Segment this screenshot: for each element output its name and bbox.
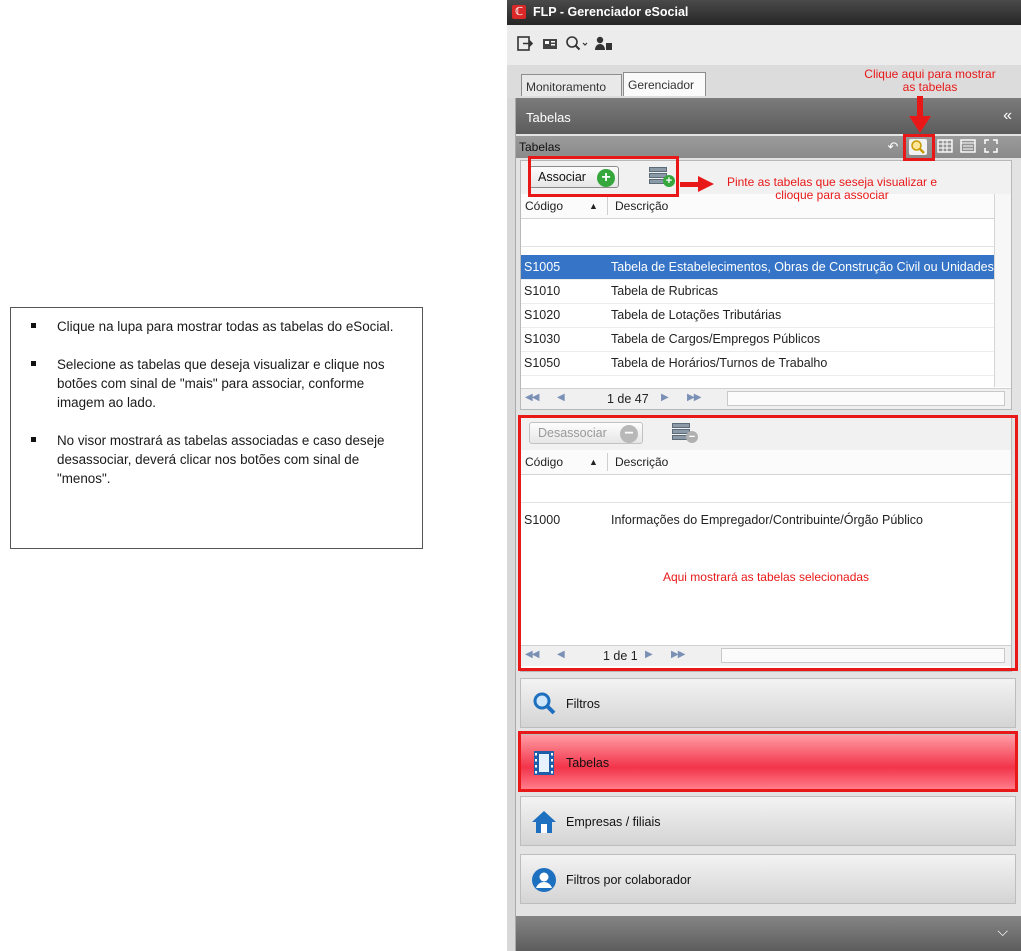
nav-item-empresas[interactable]: Empresas / filiais: [520, 796, 1016, 846]
tabelas-highlight-box: [518, 731, 1018, 792]
app-logo-icon: ℂ: [512, 5, 526, 19]
undo-icon[interactable]: ↶: [884, 139, 902, 155]
search-hint: Clique aqui para mostrar as tabelas: [864, 67, 996, 94]
table-row[interactable]: S1050 Tabela de Horários/Turnos de Traba…: [521, 351, 995, 376]
sort-asc-icon[interactable]: ▲: [589, 201, 598, 211]
panel-footer: ⌵: [516, 916, 1021, 951]
collapse-icon[interactable]: «: [1003, 107, 1012, 125]
selected-tables-hint: Aqui mostrará as tabelas selecionadas: [662, 570, 870, 584]
users-icon[interactable]: [594, 35, 614, 53]
title-bar: ℂ FLP - Gerenciador eSocial: [507, 0, 1021, 25]
chevron-down-icon[interactable]: ⌵: [997, 923, 1008, 940]
instruction-3: No visor mostrará as tabelas associadas …: [31, 431, 412, 488]
table-row[interactable]: S1020 Tabela de Lotações Tributárias: [521, 303, 995, 328]
tab-monitoramento[interactable]: Monitoramento: [521, 74, 622, 96]
instruction-1: Clique na lupa para mostrar todas as tab…: [31, 317, 412, 336]
filter-row[interactable]: [521, 219, 1011, 247]
panel-title: Tabelas: [526, 110, 571, 125]
user-icon: [531, 867, 557, 893]
code-column-header[interactable]: Código: [525, 199, 563, 213]
table-row[interactable]: S1005 Tabela de Estabelecimentos, Obras …: [521, 255, 995, 280]
tables-subheader: Tabelas ↶: [516, 136, 1021, 158]
table-row[interactable]: S1030 Tabela de Cargos/Empregos Públicos: [521, 327, 995, 352]
horizontal-scrollbar[interactable]: [727, 391, 1005, 406]
search-dropdown-icon[interactable]: [565, 35, 589, 53]
associate-highlight-box: [528, 156, 679, 197]
exit-icon[interactable]: [517, 35, 534, 53]
nav-label: Filtros: [566, 697, 601, 711]
available-pager: ◀◀ ◀ 1 de 47 ▶ ▶▶: [521, 388, 1011, 409]
card-icon[interactable]: [542, 35, 560, 53]
table-row[interactable]: S1010 Tabela de Rubricas: [521, 279, 995, 304]
search-highlight-box: [903, 134, 935, 161]
nav-item-filtros[interactable]: Filtros: [520, 678, 1016, 728]
instruction-2: Selecione as tabelas que deseja visualiz…: [31, 355, 412, 412]
next-page-icon[interactable]: ▶: [661, 392, 669, 403]
description-column-header[interactable]: Descrição: [615, 199, 668, 213]
toolbar: [507, 25, 1021, 66]
instruction-box: Clique na lupa para mostrar todas as tab…: [10, 307, 423, 549]
nav-label: Filtros por colaborador: [566, 873, 692, 887]
window-title: FLP - Gerenciador eSocial: [533, 5, 689, 19]
panel-header: Tabelas «: [516, 98, 1021, 134]
vertical-scrollbar[interactable]: [994, 194, 1011, 387]
search-hint-arrow: [909, 96, 931, 133]
tab-gerenciador[interactable]: Gerenciador: [623, 72, 706, 96]
associated-highlight-box: [518, 415, 1018, 671]
first-page-icon[interactable]: ◀◀: [525, 392, 539, 403]
associate-hint: Pinte as tabelas que seseja visualizar e…: [726, 175, 938, 202]
magnifier-icon: [531, 691, 557, 717]
subheader-title: Tabelas: [519, 140, 561, 154]
fullscreen-icon[interactable]: [982, 139, 1000, 155]
last-page-icon[interactable]: ▶▶: [687, 392, 701, 403]
prev-page-icon[interactable]: ◀: [557, 392, 565, 403]
columns-icon[interactable]: [936, 139, 954, 155]
nav-label: Empresas / filiais: [566, 815, 661, 829]
page-indicator: 1 de 47: [607, 392, 649, 406]
associate-hint-arrow: [680, 176, 714, 192]
report-icon[interactable]: [959, 139, 977, 155]
nav-item-filtros-colaborador[interactable]: Filtros por colaborador: [520, 854, 1016, 904]
home-icon: [531, 809, 557, 835]
